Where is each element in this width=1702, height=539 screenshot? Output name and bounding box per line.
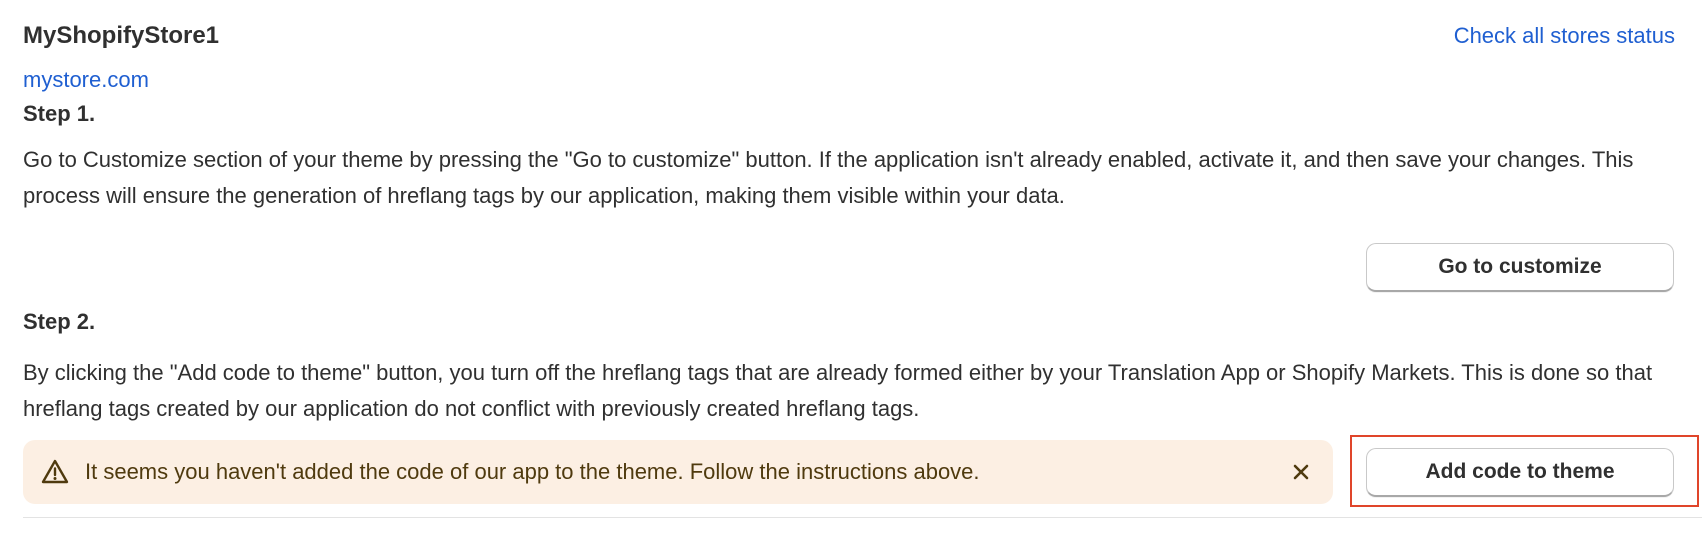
store-name: MyShopifyStore1 <box>23 22 220 49</box>
step2-heading: Step 2. <box>23 309 96 334</box>
warning-banner: It seems you haven't added the code of o… <box>23 440 1333 504</box>
store-url-link[interactable]: mystore.com <box>23 67 149 93</box>
step1-description: Go to Customize section of your theme by… <box>23 147 1634 208</box>
section-divider <box>23 517 1702 518</box>
warning-message: It seems you haven't added the code of o… <box>85 459 980 484</box>
check-all-stores-link[interactable]: Check all stores status <box>1454 23 1675 49</box>
close-icon[interactable] <box>1287 458 1315 486</box>
store-setup-panel: MyShopifyStore1 Check all stores status … <box>0 0 1702 539</box>
add-code-to-theme-button[interactable]: Add code to theme <box>1366 448 1674 497</box>
step1-heading: Step 1. <box>23 101 96 126</box>
alert-triangle-icon <box>41 458 69 486</box>
go-to-customize-button[interactable]: Go to customize <box>1366 243 1674 292</box>
step2-description: By clicking the "Add code to theme" butt… <box>23 360 1653 421</box>
